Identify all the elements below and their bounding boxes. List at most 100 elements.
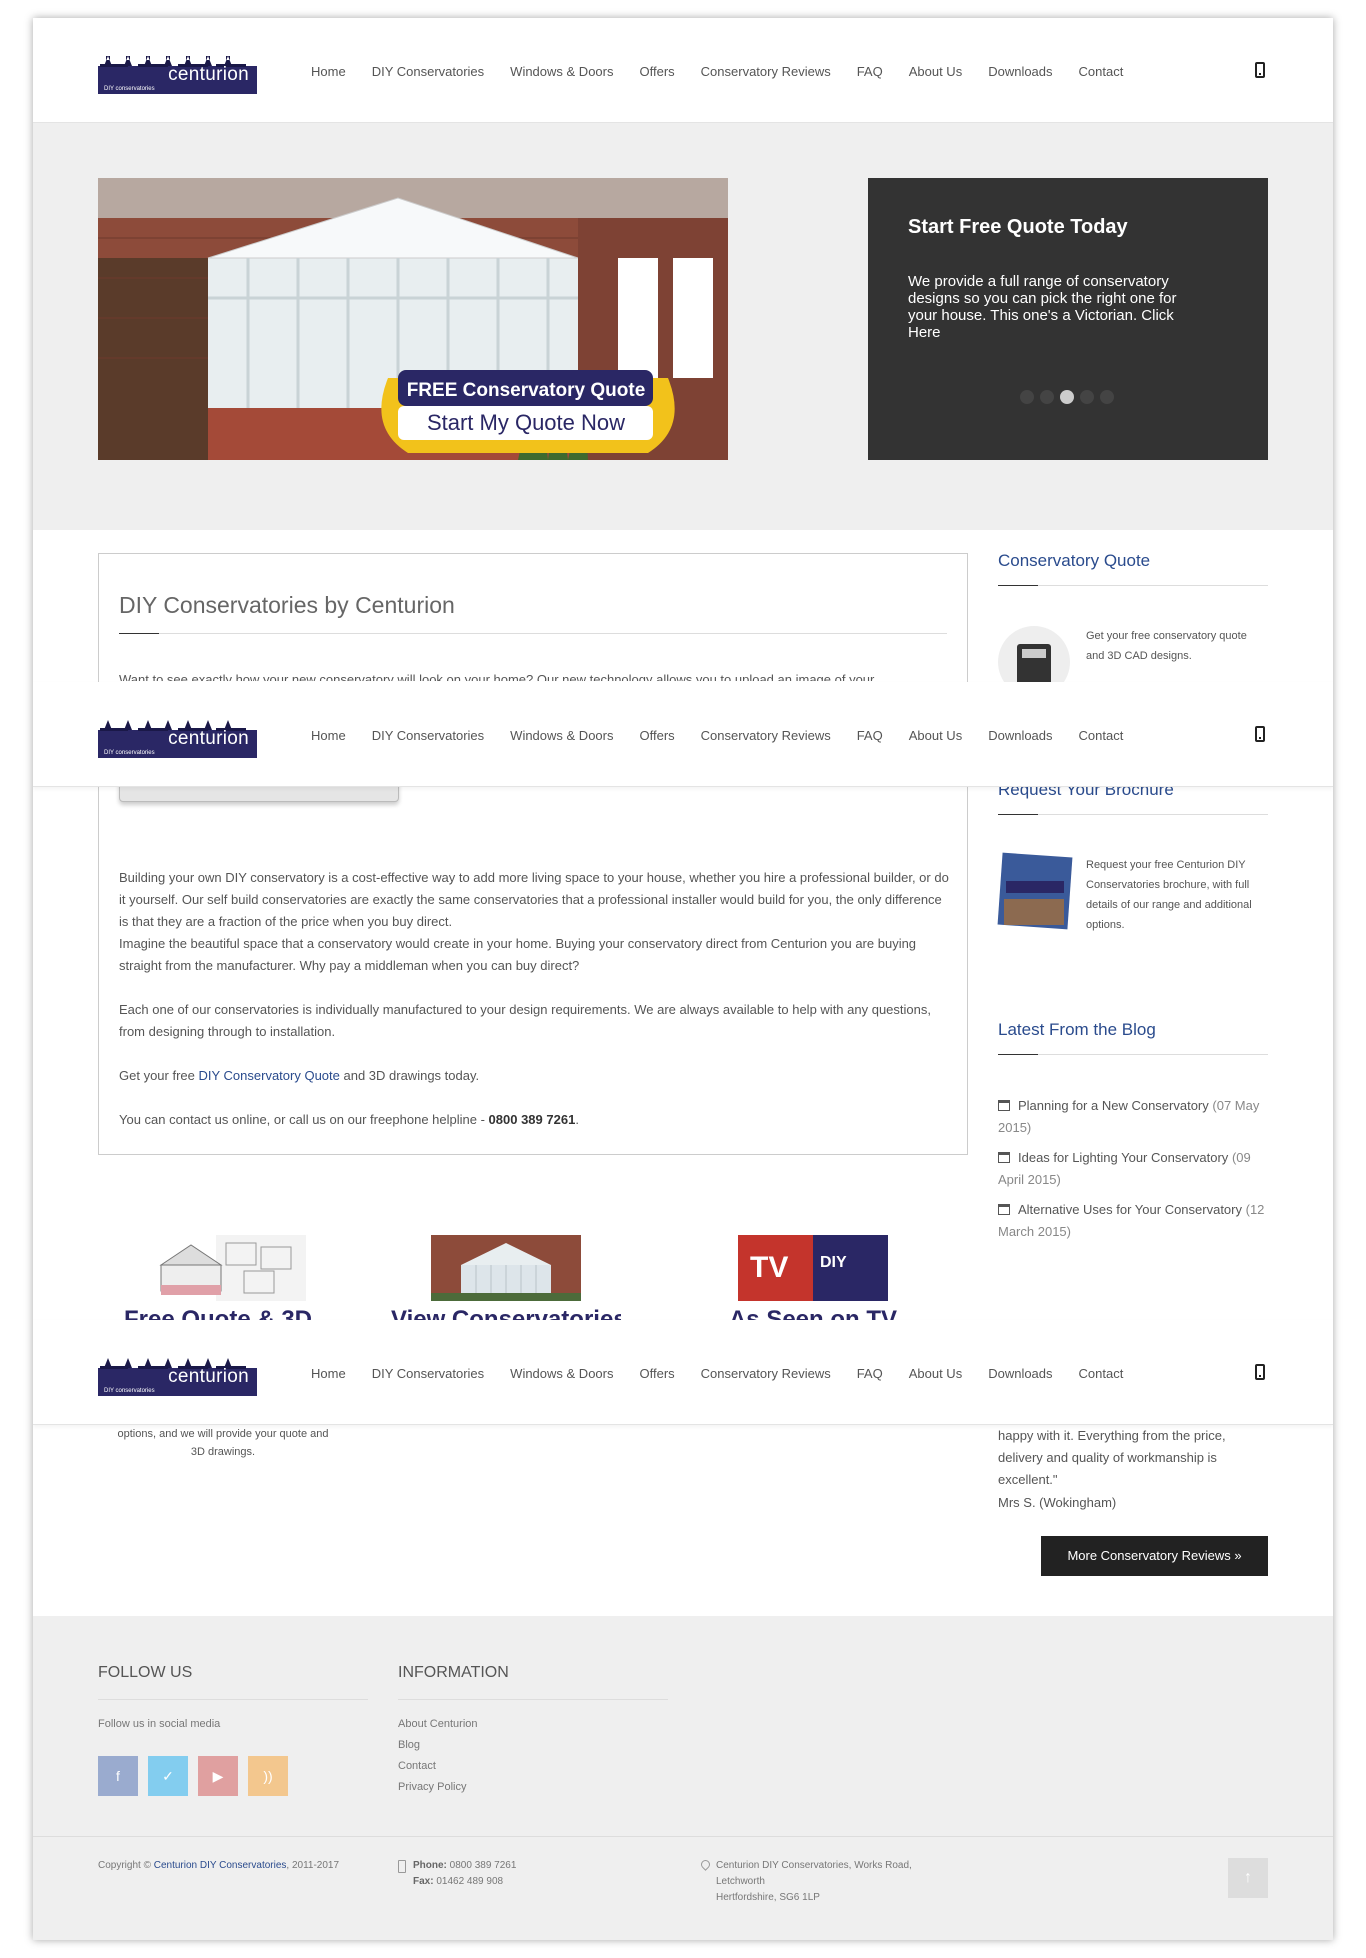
site-logo[interactable]: centurion DIY conservatories (98, 710, 257, 758)
footer-bottom-bar: Copyright © Centurion DIY Conservatories… (33, 1836, 1333, 1940)
calendar-icon (998, 1204, 1010, 1215)
scroll-to-top-button[interactable]: ↑ (1228, 1858, 1268, 1898)
nav-diy-conservatories[interactable]: DIY Conservatories (372, 728, 484, 743)
quote-panel-title: Start Free Quote Today (908, 216, 1128, 238)
nav-home[interactable]: Home (311, 728, 346, 743)
paragraph-4: Get your free DIY Conservatory Quote and… (119, 1065, 949, 1087)
nav-offers[interactable]: Offers (639, 728, 674, 743)
blog-list: Planning for a New Conservatory (07 May … (998, 1095, 1268, 1243)
tv-badge-icon: TV DIY (738, 1235, 888, 1301)
nav-downloads[interactable]: Downloads (988, 1366, 1052, 1381)
nav-conservatory-reviews[interactable]: Conservatory Reviews (701, 728, 831, 743)
sidebar-blog: Latest From the Blog Planning for a New … (998, 1020, 1268, 1251)
blog-item-title[interactable]: Ideas for Lighting Your Conservatory (1018, 1150, 1228, 1165)
site-logo[interactable]: centurion DIY conservatories (98, 1348, 257, 1396)
footer-phone[interactable]: 0800 389 7261 (450, 1860, 517, 1871)
diy-quote-link[interactable]: DIY Conservatory Quote (198, 1068, 339, 1083)
slider-dot-3[interactable] (1060, 390, 1074, 404)
follow-us-title: FOLLOW US (98, 1664, 193, 1681)
facebook-icon[interactable]: f (98, 1756, 138, 1796)
blog-item-title[interactable]: Alternative Uses for Your Conservatory (1018, 1202, 1242, 1217)
nav-windows-doors[interactable]: Windows & Doors (510, 64, 613, 79)
sidebar-blog-title[interactable]: Latest From the Blog (998, 1020, 1268, 1040)
footer-divider (398, 1699, 668, 1700)
site-logo[interactable]: centurion DIY conservatories (98, 46, 257, 94)
youtube-icon[interactable]: ▶ (198, 1756, 238, 1796)
nav-downloads[interactable]: Downloads (988, 728, 1052, 743)
sidebar-divider (998, 814, 1268, 815)
feature-view-conservatories[interactable]: View Conservatories (391, 1235, 621, 1324)
quote-panel-text[interactable]: We provide a full range of conservatory … (908, 273, 1208, 341)
slider-dot-4[interactable] (1080, 390, 1094, 404)
nav-home[interactable]: Home (311, 1366, 346, 1381)
footer-fax: 01462 489 908 (436, 1876, 504, 1887)
feature-as-seen-on-tv[interactable]: TV DIY As Seen on TV (713, 1235, 913, 1324)
copyright-link[interactable]: Centurion DIY Conservatories (154, 1860, 287, 1871)
free-quote-panel[interactable]: Start Free Quote Today We provide a full… (868, 178, 1268, 460)
nav-windows-doors[interactable]: Windows & Doors (510, 728, 613, 743)
main-nav: Home DIY Conservatories Windows & Doors … (311, 728, 1149, 743)
nav-conservatory-reviews[interactable]: Conservatory Reviews (701, 64, 831, 79)
feature-free-quote[interactable]: Free Quote & 3D (118, 1235, 318, 1324)
nav-faq[interactable]: FAQ (857, 728, 883, 743)
blog-item[interactable]: Planning for a New Conservatory (07 May … (998, 1095, 1268, 1139)
paragraph-3: Each one of our conservatories is indivi… (119, 1002, 931, 1039)
blog-item[interactable]: Ideas for Lighting Your Conservatory (09… (998, 1147, 1268, 1191)
mobile-phone-icon[interactable] (1255, 62, 1265, 78)
nav-conservatory-reviews[interactable]: Conservatory Reviews (701, 1366, 831, 1381)
nav-about-us[interactable]: About Us (909, 64, 962, 79)
logo-word: centurion (168, 1366, 249, 1387)
calculator-icon[interactable] (998, 626, 1070, 686)
logo-tagline: DIY conservatories (104, 1388, 155, 1394)
nav-windows-doors[interactable]: Windows & Doors (510, 1366, 613, 1381)
footer-contact: Phone: 0800 389 7261 Fax: 01462 489 908 (398, 1858, 516, 1890)
slider-dots (1020, 390, 1114, 404)
follow-us-text: Follow us in social media (98, 1718, 221, 1730)
logo-word: centurion (168, 64, 249, 85)
more-reviews-button[interactable]: More Conservatory Reviews » (1041, 1536, 1268, 1576)
address-line-3: Hertfordshire, SG6 1LP (716, 1892, 820, 1903)
slider-dot-1[interactable] (1020, 390, 1034, 404)
footer-link-contact[interactable]: Contact (398, 1756, 478, 1777)
hero-conservatory-image[interactable]: FREE Conservatory Quote Start My Quote N… (98, 178, 728, 460)
nav-about-us[interactable]: About Us (909, 728, 962, 743)
nav-offers[interactable]: Offers (639, 64, 674, 79)
nav-contact[interactable]: Contact (1079, 1366, 1124, 1381)
main-nav: Home DIY Conservatories Windows & Doors … (311, 1366, 1149, 1381)
blog-item[interactable]: Alternative Uses for Your Conservatory (… (998, 1199, 1268, 1243)
title-divider (119, 633, 947, 634)
mobile-phone-icon[interactable] (1255, 1364, 1265, 1380)
sidebar-quote-text: Get your free conservatory quote and 3D … (1086, 630, 1247, 662)
copyright-pre: Copyright © (98, 1860, 154, 1871)
nav-offers[interactable]: Offers (639, 1366, 674, 1381)
calendar-icon (998, 1152, 1010, 1163)
nav-home[interactable]: Home (311, 64, 346, 79)
nav-contact[interactable]: Contact (1079, 64, 1124, 79)
nav-contact[interactable]: Contact (1079, 728, 1124, 743)
footer-link-about[interactable]: About Centurion (398, 1714, 478, 1735)
rss-icon[interactable]: )) (248, 1756, 288, 1796)
nav-downloads[interactable]: Downloads (988, 64, 1052, 79)
sidebar-quote-title[interactable]: Conservatory Quote (998, 551, 1268, 571)
slider-dot-2[interactable] (1040, 390, 1054, 404)
slider-dot-5[interactable] (1100, 390, 1114, 404)
helpline-number[interactable]: 0800 389 7261 (489, 1112, 576, 1127)
logo-word: centurion (168, 728, 249, 749)
nav-faq[interactable]: FAQ (857, 64, 883, 79)
nav-faq[interactable]: FAQ (857, 1366, 883, 1381)
brochure-image[interactable] (997, 852, 1073, 930)
sidebar-brochure-text: Request your free Centurion DIY Conserva… (1086, 859, 1252, 931)
main-nav: Home DIY Conservatories Windows & Doors … (311, 64, 1149, 79)
footer-link-privacy[interactable]: Privacy Policy (398, 1777, 478, 1798)
nav-diy-conservatories[interactable]: DIY Conservatories (372, 64, 484, 79)
main-content: DIY Conservatories by Centurion Want to … (98, 553, 968, 1155)
page-title: DIY Conservatories by Centurion (119, 592, 455, 618)
paragraph-5-post: . (575, 1112, 579, 1127)
hero-section: FREE Conservatory Quote Start My Quote N… (33, 123, 1333, 530)
nav-diy-conservatories[interactable]: DIY Conservatories (372, 1366, 484, 1381)
nav-about-us[interactable]: About Us (909, 1366, 962, 1381)
blog-item-title[interactable]: Planning for a New Conservatory (1018, 1098, 1209, 1113)
mobile-phone-icon[interactable] (1255, 726, 1265, 742)
twitter-icon[interactable]: ✓ (148, 1756, 188, 1796)
footer-link-blog[interactable]: Blog (398, 1735, 478, 1756)
